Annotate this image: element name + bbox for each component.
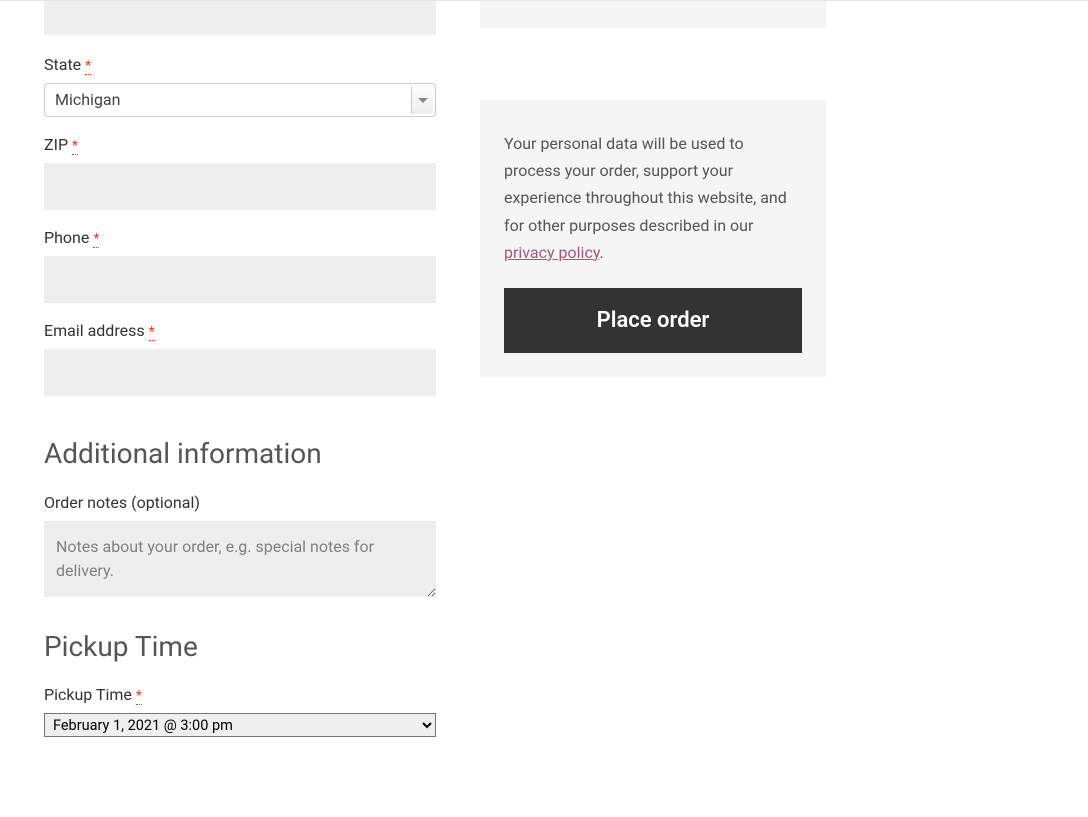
- privacy-policy-link[interactable]: privacy policy: [504, 243, 600, 262]
- required-marker: *: [72, 138, 78, 155]
- zip-input[interactable]: [44, 163, 436, 210]
- zip-label: ZIP *: [44, 133, 436, 157]
- email-label: Email address *: [44, 319, 436, 343]
- city-field-partial: [44, 1, 436, 35]
- order-notes-input[interactable]: [44, 521, 436, 597]
- city-input[interactable]: [44, 1, 436, 35]
- phone-label: Phone *: [44, 226, 436, 250]
- pickup-time-select[interactable]: February 1, 2021 @ 3:00 pm: [44, 713, 436, 737]
- required-marker: *: [136, 688, 142, 705]
- required-marker: *: [149, 324, 155, 341]
- state-select[interactable]: Michigan: [44, 83, 436, 117]
- pickup-time-label: Pickup Time *: [44, 683, 436, 707]
- pickup-time-label-text: Pickup Time: [44, 685, 132, 704]
- email-field: Email address *: [44, 319, 436, 396]
- additional-info-heading: Additional information: [44, 436, 436, 472]
- order-notes-label: Order notes (optional): [44, 491, 436, 515]
- pickup-time-field: Pickup Time * February 1, 2021 @ 3:00 pm: [44, 683, 436, 737]
- state-label-text: State: [44, 55, 81, 74]
- zip-label-text: ZIP: [44, 135, 68, 154]
- state-selected-value: Michigan: [55, 90, 120, 109]
- state-field: State * Michigan: [44, 53, 436, 117]
- privacy-place-order-box: Your personal data will be used to proce…: [480, 100, 826, 377]
- order-summary-partial: [480, 1, 826, 28]
- privacy-text-after: .: [600, 243, 604, 262]
- zip-field: ZIP *: [44, 133, 436, 210]
- required-marker: *: [85, 58, 91, 75]
- chevron-down-icon: [411, 86, 433, 114]
- email-input[interactable]: [44, 349, 436, 396]
- phone-input[interactable]: [44, 256, 436, 303]
- pickup-time-heading: Pickup Time: [44, 629, 436, 665]
- email-label-text: Email address: [44, 321, 145, 340]
- privacy-text-before: Your personal data will be used to proce…: [504, 134, 787, 235]
- phone-field: Phone *: [44, 226, 436, 303]
- place-order-button[interactable]: Place order: [504, 288, 802, 353]
- phone-label-text: Phone: [44, 228, 89, 247]
- privacy-text: Your personal data will be used to proce…: [504, 130, 802, 266]
- order-notes-field: Order notes (optional): [44, 491, 436, 601]
- required-marker: *: [93, 231, 99, 248]
- state-label: State *: [44, 53, 436, 77]
